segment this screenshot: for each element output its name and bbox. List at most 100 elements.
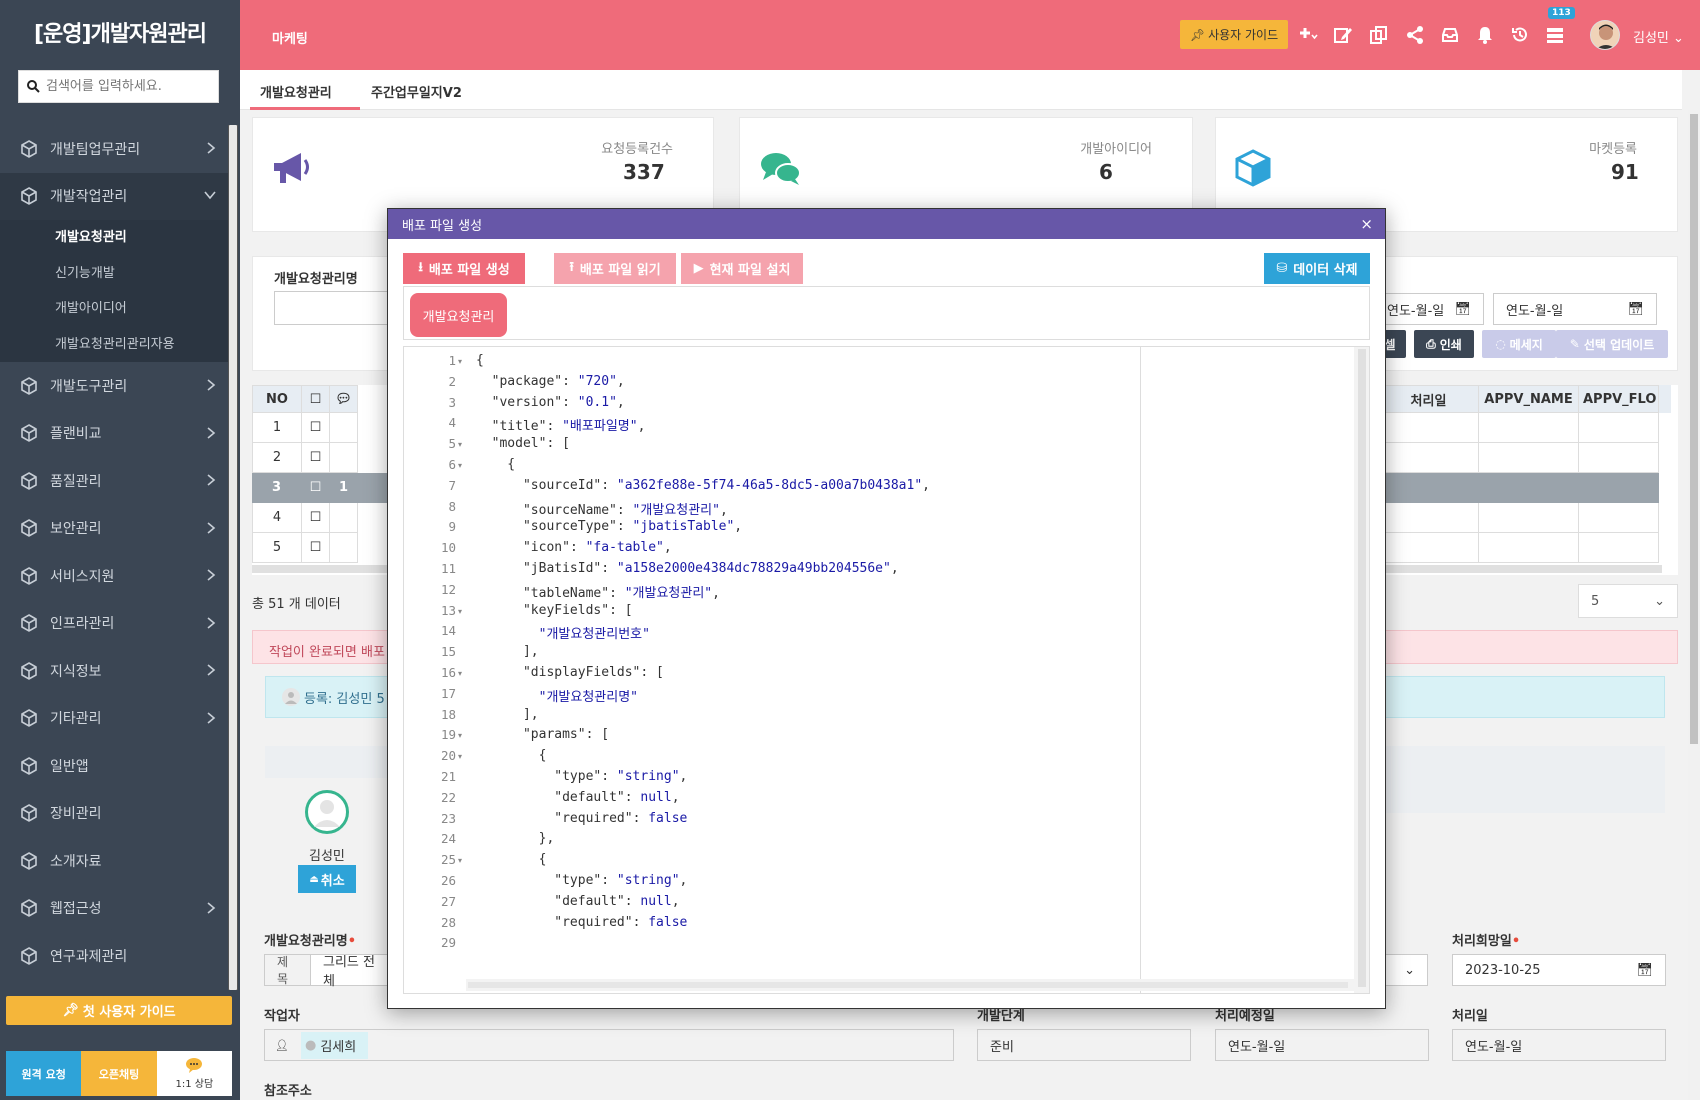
filter-date-to[interactable]: 연도-월-일 📅︎ <box>1493 293 1657 325</box>
sidebar-subitem-new-feature[interactable]: 신기능개발 <box>0 256 228 292</box>
share-icon[interactable] <box>1405 25 1425 45</box>
grid-row-checkbox[interactable]: ☐ <box>302 413 330 443</box>
install-file-button[interactable]: ▶ 현재 파일 설치 <box>681 253 803 284</box>
sidebar-item-intro[interactable]: 소개자료 <box>0 837 228 885</box>
code-line[interactable]: "params": [ <box>476 727 609 742</box>
grid-cell[interactable] <box>1479 533 1579 563</box>
user-guide-button[interactable]: 📌︎ 사용자 가이드 <box>1180 20 1288 49</box>
code-line[interactable]: "default": null, <box>476 894 679 909</box>
code-line[interactable]: "type": "string", <box>476 769 687 784</box>
read-deploy-file-button[interactable]: ⭱ 배포 파일 읽기 <box>554 253 676 284</box>
tab-dev-request[interactable]: 개발요청관리 <box>260 82 332 101</box>
grid-cell[interactable] <box>1479 413 1579 443</box>
code-line[interactable]: "version": "0.1", <box>476 395 625 410</box>
code-line[interactable]: { <box>476 852 547 867</box>
sidebar-subitem-dev-idea[interactable]: 개발아이디어 <box>0 291 228 327</box>
select-field[interactable]: ⌄ <box>1380 954 1428 986</box>
grid-header-done-date[interactable]: 처리일 <box>1379 385 1479 413</box>
print-button[interactable]: ⎙ 인쇄 <box>1414 330 1474 358</box>
code-line[interactable]: "keyFields": [ <box>476 603 633 618</box>
filter-date-from[interactable]: 연도-월-일 📅︎ <box>1374 293 1484 325</box>
sidebar-item-accessibility[interactable]: 웹접근성 <box>0 885 228 933</box>
stage-field[interactable]: 준비 <box>977 1029 1191 1061</box>
inbox-icon[interactable] <box>1440 25 1460 45</box>
code-line[interactable]: "title": "배포파일명", <box>476 415 646 434</box>
code-line[interactable]: "sourceType": "jbatisTable", <box>476 519 742 534</box>
fold-toggle-icon[interactable]: ▾ <box>458 461 462 470</box>
fold-toggle-icon[interactable]: ▾ <box>458 440 462 449</box>
grid-cell-comments[interactable] <box>330 413 358 443</box>
plan-date-field[interactable]: 연도-월-일 <box>1215 1029 1429 1061</box>
code-line[interactable]: { <box>476 748 547 763</box>
code-line[interactable]: ], <box>476 644 539 659</box>
filter-name-input[interactable] <box>274 291 394 325</box>
cancel-button[interactable]: ⏏ 취소 <box>298 865 356 893</box>
consult-button[interactable]: 1:1 상담 <box>156 1051 232 1096</box>
code-line[interactable]: "required": false <box>476 811 687 826</box>
first-user-guide-button[interactable]: 📌︎ 첫 사용자 가이드 <box>6 996 232 1025</box>
done-date-field[interactable]: 연도-월-일 <box>1452 1029 1666 1061</box>
grid-cell[interactable] <box>1379 533 1479 563</box>
sidebar-subitem-dev-request-admin[interactable]: 개발요청관리관리자용 <box>0 327 228 363</box>
code-line[interactable]: "type": "string", <box>476 873 687 888</box>
fold-toggle-icon[interactable]: ▾ <box>458 731 462 740</box>
sidebar-item-security[interactable]: 보안관리 <box>0 505 228 553</box>
grid-row-checkbox[interactable]: ☐ <box>302 443 330 473</box>
scrollbar-thumb[interactable] <box>1358 349 1366 987</box>
sidebar-item-etc[interactable]: 기타관리 <box>0 695 228 743</box>
scrollbar-thumb[interactable] <box>229 125 237 990</box>
tab-weekly-log[interactable]: 주간업무일지V2 <box>371 82 462 101</box>
code-line[interactable]: "jBatisId": "a158e2000e4384dc78829a49bb2… <box>476 561 899 576</box>
code-line[interactable]: "package": "720", <box>476 374 625 389</box>
plus-dropdown-icon[interactable] <box>1298 25 1318 45</box>
code-line[interactable]: "icon": "fa-table", <box>476 540 672 555</box>
grid-cell[interactable] <box>1579 533 1659 563</box>
sidebar-item-plan-compare[interactable]: 플랜비교 <box>0 410 228 458</box>
code-line[interactable]: ], <box>476 707 539 722</box>
modal-tab-dev-request[interactable]: 개발요청관리 <box>410 293 507 337</box>
grid-cell[interactable] <box>1379 443 1479 473</box>
sidebar-item-equipment[interactable]: 장비관리 <box>0 790 228 838</box>
bulk-update-button[interactable]: ✎ 선택 업데이트 <box>1556 330 1668 358</box>
grid-cell-comments[interactable] <box>330 533 358 563</box>
grid-cell[interactable] <box>1579 443 1659 473</box>
code-line[interactable]: "sourceName": "개발요청관리", <box>476 499 728 518</box>
editor-hscroll[interactable] <box>466 979 1354 991</box>
sidebar-item-infra[interactable]: 인프라관리 <box>0 600 228 648</box>
worker-chip[interactable]: ● 김세희 <box>300 1031 369 1059</box>
grid-cell-no[interactable]: 2 <box>252 443 302 473</box>
code-line[interactable]: "model": [ <box>476 436 570 451</box>
hope-date-input[interactable]: 2023-10-25 📅︎ <box>1452 954 1666 986</box>
grid-header-appv-flow[interactable]: APPV_FLO <box>1579 385 1659 413</box>
grid-cell-comments[interactable] <box>330 503 358 533</box>
grid-cell-no[interactable]: 4 <box>252 503 302 533</box>
fold-toggle-icon[interactable]: ▾ <box>458 607 462 616</box>
code-line[interactable]: "sourceId": "a362fe88e-5f74-46a5-8dc5-a0… <box>476 478 930 493</box>
grid-row-checkbox[interactable]: ☐ <box>302 503 330 533</box>
page-size-select[interactable]: 5 ⌄ <box>1578 584 1678 618</box>
code-line[interactable]: "required": false <box>476 915 687 930</box>
scrollbar-thumb[interactable] <box>1690 114 1698 744</box>
code-line[interactable]: "개발요청관리번호" <box>476 623 650 642</box>
sidebar-item-general-app[interactable]: 일반앱 <box>0 742 228 790</box>
page-scrollbar[interactable] <box>1688 110 1700 1100</box>
code-line[interactable] <box>476 935 539 950</box>
history-icon[interactable] <box>1510 25 1530 45</box>
json-editor[interactable]: 1 ▾ 2 3 4 5 ▾ 6 ▾ 7 8 9 10 11 12 13 ▾ 14 15 16 ▾ 17 18 19 ▾ 20 ▾ 21… <box>403 346 1370 994</box>
grid-cell[interactable] <box>1479 503 1579 533</box>
grid-header-no[interactable]: NO <box>252 385 302 413</box>
grid-cell[interactable] <box>1579 503 1659 533</box>
breadcrumb[interactable]: 마케팅 <box>272 28 308 47</box>
sidebar-item-research[interactable]: 연구과제관리 <box>0 932 228 980</box>
grid-cell-comments[interactable]: 1 <box>330 473 358 503</box>
code-line[interactable]: { <box>476 353 484 368</box>
grid-vscroll[interactable] <box>1659 385 1671 413</box>
grid-cell[interactable] <box>1379 503 1479 533</box>
delete-data-button[interactable]: ⛁ 데이터 삭제 <box>1264 253 1370 284</box>
grid-header-appv-name[interactable]: APPV_NAME <box>1479 385 1579 413</box>
sidebar-item-dev-team[interactable]: 개발팀업무관리 <box>0 125 228 173</box>
close-icon[interactable]: × <box>1360 215 1373 233</box>
sidebar-scrollbar[interactable] <box>228 125 238 990</box>
open-chat-button[interactable]: 오픈채팅 <box>81 1051 157 1096</box>
create-deploy-file-button[interactable]: ⭳ 배포 파일 생성 <box>403 253 525 284</box>
